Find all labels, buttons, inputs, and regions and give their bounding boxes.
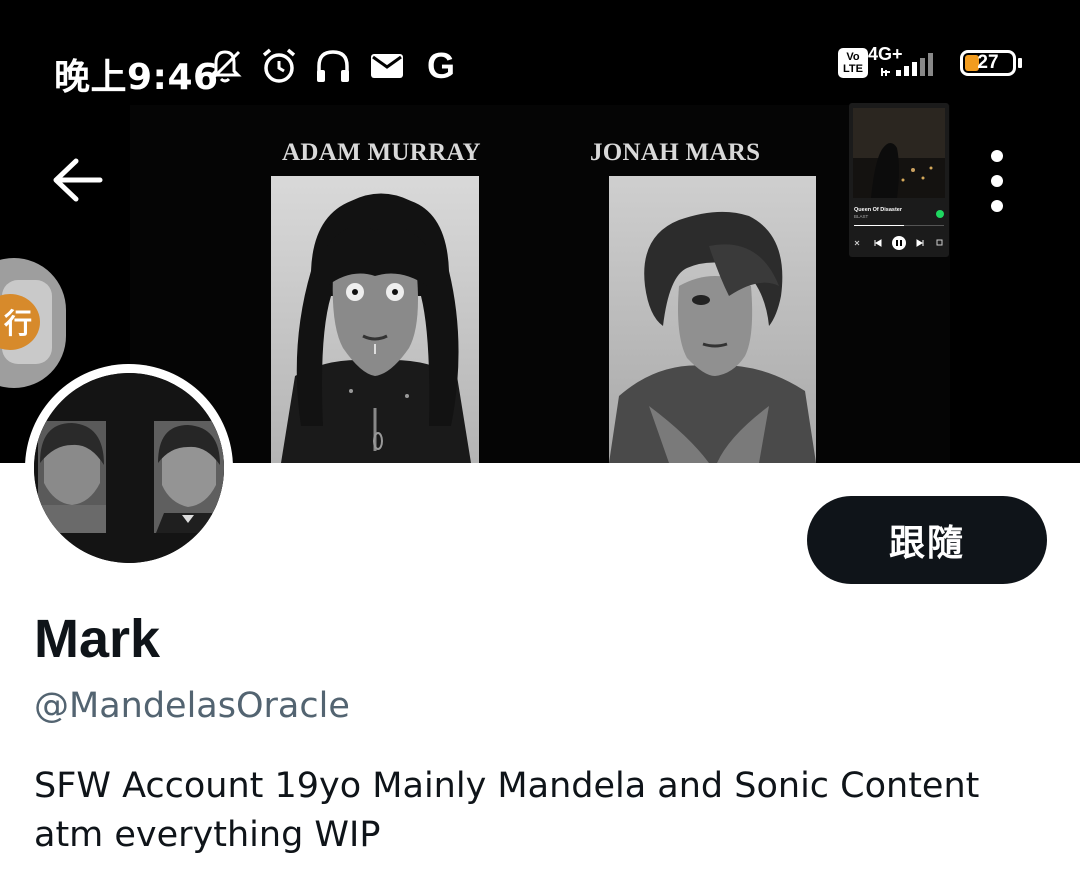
profile-display-name: Mark [34,609,161,669]
music-artist: BLAST [854,214,869,219]
more-vertical-icon [991,150,1003,162]
profile-bio: SFW Account 19yo Mainly Mandela and Soni… [34,762,1044,860]
music-controls[interactable] [853,235,945,251]
profile-bio-line: SFW Account 19yo Mainly Mandela and Soni… [34,766,980,806]
battery-indicator: 27 [960,50,1022,76]
mail-icon [367,46,407,86]
back-arrow-icon [53,158,103,202]
bell-off-icon [205,46,245,86]
banner-character-name-1: ADAM MURRAY [282,139,481,166]
music-check-icon [936,210,944,218]
status-icons-left: G [205,45,461,86]
google-icon: G [426,45,455,86]
music-album-art [853,108,945,198]
profile-handle: @MandelasOracle [34,686,350,726]
status-icons-right: Vo LTE 27 [838,48,1022,78]
headphones-icon [313,46,353,86]
banner-character-name-2: JONAH MARS [590,139,761,166]
status-bar: 晚上9:46 G Vo LTE 27 4G+ [0,0,1080,105]
volte-icon: Vo LTE [838,48,868,78]
music-song-title: Queen Of Disaster [854,207,902,213]
back-button[interactable] [50,152,106,208]
profile-avatar[interactable] [25,364,233,572]
banner-artwork [130,105,950,463]
profile-bio-line: atm everything WIP [34,815,381,855]
music-progress-fill [854,225,904,226]
banner-portrait-1 [271,176,479,463]
banner-portrait-2 [609,176,816,463]
music-player-widget[interactable]: Queen Of Disaster BLAST [849,103,949,257]
follow-button[interactable]: 跟隨 [807,496,1047,584]
alarm-icon [259,46,299,86]
network-type: 4G+ [868,44,903,64]
more-options-button[interactable] [975,150,1019,212]
status-time: 晚上9:46 [54,57,219,98]
battery-percent: 27 [977,52,999,73]
